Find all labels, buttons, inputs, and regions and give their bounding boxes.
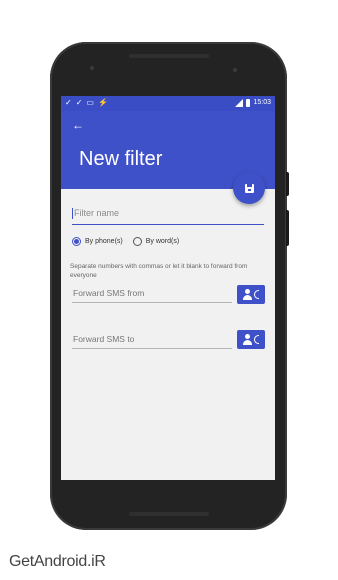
flash-icon: ⚡ [97, 98, 108, 107]
radio-label-words: By word(s) [145, 238, 180, 245]
filter-type-radio-group: By phone(s) By word(s) [72, 237, 179, 246]
pick-contact-to-button[interactable] [237, 330, 265, 349]
bottom-speaker [129, 512, 209, 516]
radio-label-phones: By phone(s) [85, 238, 123, 245]
volume-button [286, 210, 289, 246]
helper-text: Separate numbers with commas or let it b… [70, 263, 248, 279]
system-icons: 15:03 [235, 98, 271, 107]
radio-selected-icon [72, 237, 81, 246]
radio-unselected-icon [132, 237, 142, 246]
battery-icon [246, 98, 251, 107]
filter-name-field[interactable]: Filter name [72, 206, 264, 225]
check-icon: ✓ [75, 98, 83, 107]
radio-by-words[interactable]: By word(s) [132, 237, 180, 246]
forward-to-placeholder: Forward SMS to [73, 334, 135, 344]
contact-phone-icon [242, 289, 260, 300]
status-bar: ✓ ✓ ▭ ⚡ 15:03 [61, 96, 275, 111]
phone-screen: ✓ ✓ ▭ ⚡ 15:03 ← New filter Filter name B… [61, 96, 275, 480]
save-button[interactable] [233, 172, 265, 204]
image-icon: ▭ [86, 98, 94, 107]
radio-by-phones[interactable]: By phone(s) [72, 237, 123, 246]
watermark: GetAndroid.iR [9, 553, 106, 570]
signal-icon [235, 98, 244, 107]
top-speaker [129, 54, 209, 58]
proximity-sensor [233, 68, 237, 72]
text-cursor [72, 208, 73, 219]
power-button [286, 172, 289, 196]
check-icon: ✓ [65, 98, 72, 107]
contact-phone-icon [242, 334, 260, 345]
arrow-left-icon[interactable]: ← [72, 118, 84, 132]
forward-from-placeholder: Forward SMS from [73, 288, 145, 298]
forward-from-field[interactable]: Forward SMS from [72, 286, 232, 303]
front-camera [90, 66, 94, 70]
filter-name-placeholder: Filter name [74, 208, 120, 218]
status-time: 15:03 [253, 99, 271, 106]
pick-contact-from-button[interactable] [237, 285, 265, 304]
forward-to-field[interactable]: Forward SMS to [72, 332, 232, 349]
page-title: New filter [79, 148, 163, 170]
save-icon [244, 183, 254, 193]
notification-icons: ✓ ✓ ▭ ⚡ [65, 98, 108, 108]
